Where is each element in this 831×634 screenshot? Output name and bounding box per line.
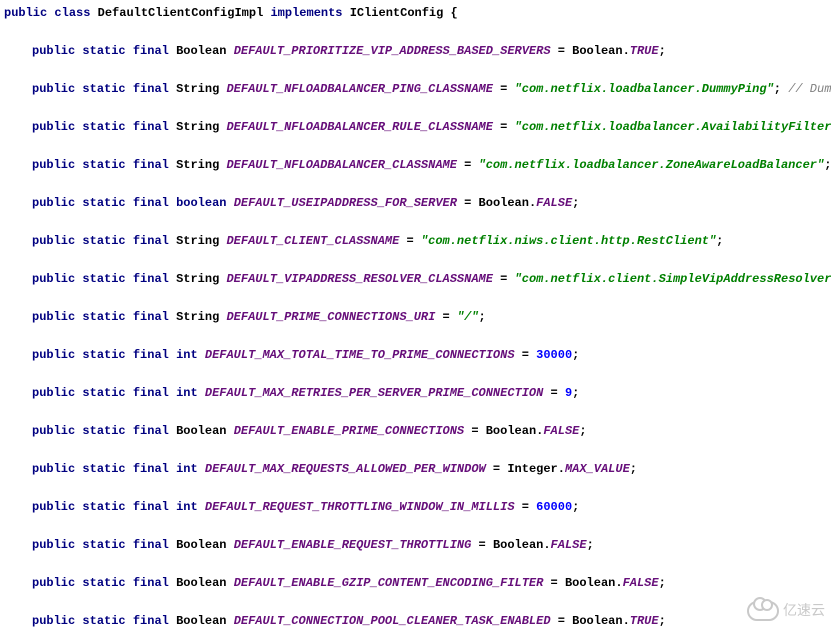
const-name: DEFAULT_PRIME_CONNECTIONS_URI — [226, 310, 435, 324]
const-name: DEFAULT_MAX_REQUESTS_ALLOWED_PER_WINDOW — [205, 462, 486, 476]
kw-public: public — [4, 6, 47, 20]
string-literal: "com.netflix.loadbalancer.DummyPing" — [515, 82, 774, 96]
const-name: DEFAULT_CONNECTION_POOL_CLEANER_TASK_ENA… — [234, 614, 551, 628]
blank-line — [4, 58, 831, 82]
blank-line — [4, 286, 831, 310]
field-l15: public static final Boolean DEFAULT_ENAB… — [4, 576, 831, 590]
const-name: DEFAULT_NFLOADBALANCER_CLASSNAME — [226, 158, 456, 172]
blank-line — [4, 172, 831, 196]
field-l9: public static final int DEFAULT_MAX_TOTA… — [4, 348, 831, 362]
field-l13: public static final int DEFAULT_REQUEST_… — [4, 500, 831, 514]
string-literal: "/" — [457, 310, 479, 324]
const-name: DEFAULT_PRIORITIZE_VIP_ADDRESS_BASED_SER… — [234, 44, 551, 58]
number-literal: 60000 — [536, 500, 572, 514]
blank-line — [4, 400, 831, 424]
const-name: DEFAULT_ENABLE_GZIP_CONTENT_ENCODING_FIL… — [234, 576, 544, 590]
string-literal: "com.netflix.client.SimpleVipAddressReso… — [515, 272, 831, 286]
blank-line — [4, 248, 831, 272]
field-l16: public static final Boolean DEFAULT_CONN… — [4, 614, 831, 628]
blank-line — [4, 476, 831, 500]
string-literal: "com.netflix.loadbalancer.ZoneAwareLoadB… — [479, 158, 825, 172]
cloud-icon — [747, 601, 779, 621]
class-name: DefaultClientConfigImpl — [98, 6, 264, 20]
field-l4: public static final String DEFAULT_NFLOA… — [4, 158, 831, 172]
field-l7: public static final String DEFAULT_VIPAD… — [4, 272, 831, 286]
const-name: DEFAULT_CLIENT_CLASSNAME — [226, 234, 399, 248]
field-l1: public static final Boolean DEFAULT_PRIO… — [4, 44, 831, 58]
const-name: DEFAULT_MAX_TOTAL_TIME_TO_PRIME_CONNECTI… — [205, 348, 515, 362]
field-l10: public static final int DEFAULT_MAX_RETR… — [4, 386, 831, 400]
blank-line — [4, 210, 831, 234]
blank-line — [4, 514, 831, 538]
field-l5: public static final boolean DEFAULT_USEI… — [4, 196, 831, 210]
const-name: DEFAULT_NFLOADBALANCER_PING_CLASSNAME — [226, 82, 492, 96]
const-name: DEFAULT_NFLOADBALANCER_RULE_CLASSNAME — [226, 120, 492, 134]
blank-line — [4, 134, 831, 158]
watermark: 亿速云 — [747, 600, 825, 621]
blank-line — [4, 362, 831, 386]
watermark-text: 亿速云 — [783, 602, 825, 618]
const-name: DEFAULT_ENABLE_REQUEST_THROTTLING — [234, 538, 472, 552]
field-l14: public static final Boolean DEFAULT_ENAB… — [4, 538, 831, 552]
field-l11: public static final Boolean DEFAULT_ENAB… — [4, 424, 831, 438]
const-name: DEFAULT_USEIPADDRESS_FOR_SERVER — [234, 196, 457, 210]
string-literal: "com.netflix.loadbalancer.AvailabilityFi… — [515, 120, 831, 134]
const-name: DEFAULT_VIPADDRESS_RESOLVER_CLASSNAME — [226, 272, 492, 286]
interface-name: IClientConfig — [350, 6, 444, 20]
string-literal: "com.netflix.niws.client.http.RestClient… — [421, 234, 716, 248]
number-literal: 30000 — [536, 348, 572, 362]
blank-line — [4, 96, 831, 120]
field-l6: public static final String DEFAULT_CLIEN… — [4, 234, 831, 248]
blank-line — [4, 20, 831, 44]
const-name: DEFAULT_REQUEST_THROTTLING_WINDOW_IN_MIL… — [205, 500, 515, 514]
field-l3: public static final String DEFAULT_NFLOA… — [4, 120, 831, 134]
field-l2: public static final String DEFAULT_NFLOA… — [4, 82, 831, 96]
field-l8: public static final String DEFAULT_PRIME… — [4, 310, 831, 324]
blank-line — [4, 438, 831, 462]
field-l12: public static final int DEFAULT_MAX_REQU… — [4, 462, 831, 476]
class-declaration: public class DefaultClientConfigImpl imp… — [4, 6, 831, 20]
kw-implements: implements — [270, 6, 342, 20]
const-name: DEFAULT_MAX_RETRIES_PER_SERVER_PRIME_CON… — [205, 386, 543, 400]
blank-line — [4, 552, 831, 576]
const-name: DEFAULT_ENABLE_PRIME_CONNECTIONS — [234, 424, 464, 438]
blank-line — [4, 590, 831, 614]
open-brace: { — [451, 6, 458, 20]
kw-class: class — [54, 6, 90, 20]
blank-line — [4, 324, 831, 348]
comment: // DummyPing. — [788, 82, 831, 96]
